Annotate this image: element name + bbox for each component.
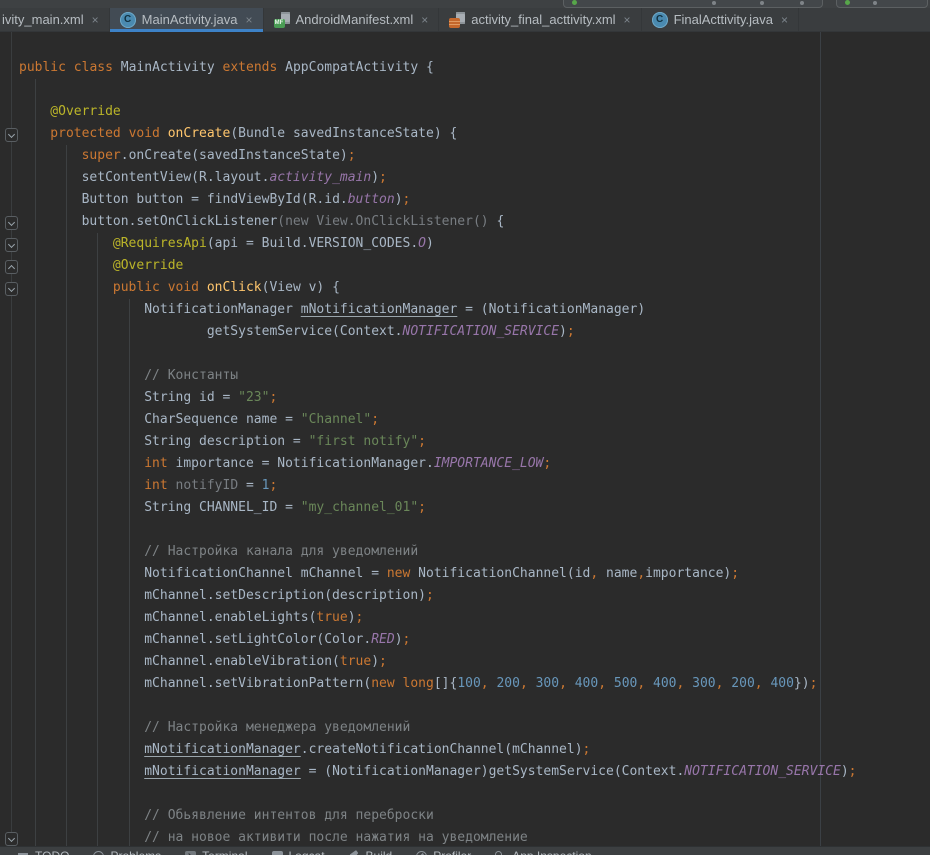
tool-window-button-terminal[interactable]: Terminal <box>185 849 247 855</box>
code-line[interactable]: int importance = NotificationManager.IMP… <box>0 453 930 475</box>
code-line[interactable]: // Настройка менеджера уведомлений <box>0 717 930 739</box>
fold-chevron-icon[interactable] <box>5 128 18 142</box>
tab-label: activity_final_acttivity.xml <box>471 12 615 27</box>
code-line[interactable]: // на новое активити после нажатия на ув… <box>0 827 930 846</box>
tool-window-label: TODO <box>35 849 69 855</box>
tool-window-bar: TODO Problems Terminal Logcat Build Profiler A… <box>0 846 930 855</box>
tool-window-label: Profiler <box>433 849 471 855</box>
tab-mainactivity-java[interactable]: C MainActivity.java × <box>110 8 264 31</box>
tab-close-icon[interactable]: × <box>624 13 631 27</box>
tool-window-button-todo[interactable]: TODO <box>18 849 69 855</box>
tool-window-button-profiler[interactable]: Profiler <box>416 849 471 855</box>
code-line[interactable]: setContentView(R.layout.activity_main); <box>0 167 930 189</box>
fold-chevron-icon[interactable] <box>5 282 18 296</box>
tool-window-label: Build <box>366 849 393 855</box>
java-class-icon: C <box>120 12 136 28</box>
fold-chevron-icon[interactable] <box>5 216 18 230</box>
main-toolbar <box>0 0 930 8</box>
toolbar-dot-icon <box>873 1 877 5</box>
java-class-icon: C <box>652 12 668 28</box>
tab-label: FinalActtivity.java <box>674 12 773 27</box>
code-line[interactable]: mChannel.enableVibration(true); <box>0 651 930 673</box>
code-line[interactable]: mChannel.setDescription(description); <box>0 585 930 607</box>
code-line[interactable]: mChannel.setLightColor(Color.RED); <box>0 629 930 651</box>
tab-close-icon[interactable]: × <box>245 13 252 27</box>
code-line[interactable] <box>0 79 930 101</box>
profiler-icon <box>416 851 427 855</box>
code-line[interactable]: Button button = findViewById(R.id.button… <box>0 189 930 211</box>
tab-close-icon[interactable]: × <box>781 13 788 27</box>
editor-tab-bar: ivity_main.xml × C MainActivity.java × MF Andr… <box>0 8 930 32</box>
code-line[interactable]: @Override <box>0 101 930 123</box>
android-studio-window: ivity_main.xml × C MainActivity.java × MF Andr… <box>0 0 930 855</box>
code-line[interactable]: getSystemService(Context.NOTIFICATION_SE… <box>0 321 930 343</box>
terminal-icon <box>185 851 196 855</box>
tab-ivity-main-xml[interactable]: ivity_main.xml × <box>0 8 110 31</box>
code-line[interactable]: CharSequence name = "Channel"; <box>0 409 930 431</box>
code-line[interactable]: public class MainActivity extends AppCom… <box>0 57 930 79</box>
code-line[interactable]: NotificationChannel mChannel = new Notif… <box>0 563 930 585</box>
logcat-icon <box>272 851 283 855</box>
tab-finalacttivity-java[interactable]: C FinalActtivity.java × <box>642 8 799 31</box>
tab-label: AndroidManifest.xml <box>296 12 414 27</box>
code-line[interactable]: mNotificationManager = (NotificationMana… <box>0 761 930 783</box>
code-line[interactable] <box>0 343 930 365</box>
code-line[interactable]: // Обьявление интентов для переброски <box>0 805 930 827</box>
code-line[interactable] <box>0 783 930 805</box>
code-line[interactable] <box>0 519 930 541</box>
code-editor[interactable]: public class MainActivity extends AppCom… <box>0 32 930 846</box>
tool-window-label: App Inspection <box>512 849 591 855</box>
tab-label: ivity_main.xml <box>2 12 84 27</box>
tool-window-button-build[interactable]: Build <box>349 849 393 855</box>
device-selector-widget[interactable] <box>563 0 823 8</box>
code-line[interactable]: @RequiresApi(api = Build.VERSION_CODES.O… <box>0 233 930 255</box>
tool-window-label: Terminal <box>202 849 247 855</box>
code-line[interactable]: NotificationManager mNotificationManager… <box>0 299 930 321</box>
code-line[interactable]: // Настройка канала для уведомлений <box>0 541 930 563</box>
code-content[interactable]: public class MainActivity extends AppCom… <box>0 32 930 846</box>
run-status-dot-icon <box>572 0 577 5</box>
code-line[interactable]: String CHANNEL_ID = "my_channel_01"; <box>0 497 930 519</box>
tool-window-button-app-inspection[interactable]: App Inspection <box>495 849 591 855</box>
tool-window-button-problems[interactable]: Problems <box>93 849 161 855</box>
code-line[interactable]: String description = "first notify"; <box>0 431 930 453</box>
code-line[interactable]: button.setOnClickListener(new View.OnCli… <box>0 211 930 233</box>
toolbar-dot-icon <box>760 1 764 5</box>
tool-window-label: Logcat <box>289 849 325 855</box>
problems-icon <box>93 851 104 855</box>
tool-window-label: Problems <box>110 849 161 855</box>
toolbar-dot-icon <box>800 1 804 5</box>
tab-close-icon[interactable]: × <box>421 13 428 27</box>
manifest-icon: MF <box>274 12 290 28</box>
code-line[interactable] <box>0 695 930 717</box>
code-line[interactable]: protected void onCreate(Bundle savedInst… <box>0 123 930 145</box>
todo-icon <box>18 851 29 855</box>
toolbar-dot-icon <box>712 1 716 5</box>
app-inspection-icon <box>495 851 506 855</box>
code-line[interactable]: public void onClick(View v) { <box>0 277 930 299</box>
tab-label: MainActivity.java <box>142 12 238 27</box>
run-controls-widget[interactable] <box>836 0 928 8</box>
tool-window-button-logcat[interactable]: Logcat <box>272 849 325 855</box>
run-button-icon <box>845 0 850 5</box>
layout-xml-icon <box>449 12 465 28</box>
code-line[interactable]: mChannel.enableLights(true); <box>0 607 930 629</box>
tab-activity-final-acttivity-xml[interactable]: activity_final_acttivity.xml × <box>439 8 641 31</box>
fold-chevron-icon[interactable] <box>5 832 18 846</box>
fold-chevron-icon[interactable] <box>5 238 18 252</box>
code-line[interactable]: // Константы <box>0 365 930 387</box>
fold-chevron-up-icon[interactable] <box>5 260 18 274</box>
tool-window-buttons: TODO Problems Terminal Logcat Build Profiler A… <box>0 847 930 855</box>
code-line[interactable]: super.onCreate(savedInstanceState); <box>0 145 930 167</box>
code-line[interactable]: @Override <box>0 255 930 277</box>
build-icon <box>349 851 360 855</box>
tab-androidmanifest-xml[interactable]: MF AndroidManifest.xml × <box>264 8 440 31</box>
code-line[interactable]: int notifyID = 1; <box>0 475 930 497</box>
tab-close-icon[interactable]: × <box>92 13 99 27</box>
code-line[interactable]: mChannel.setVibrationPattern(new long[]{… <box>0 673 930 695</box>
code-line[interactable]: String id = "23"; <box>0 387 930 409</box>
code-line[interactable]: mNotificationManager.createNotificationC… <box>0 739 930 761</box>
